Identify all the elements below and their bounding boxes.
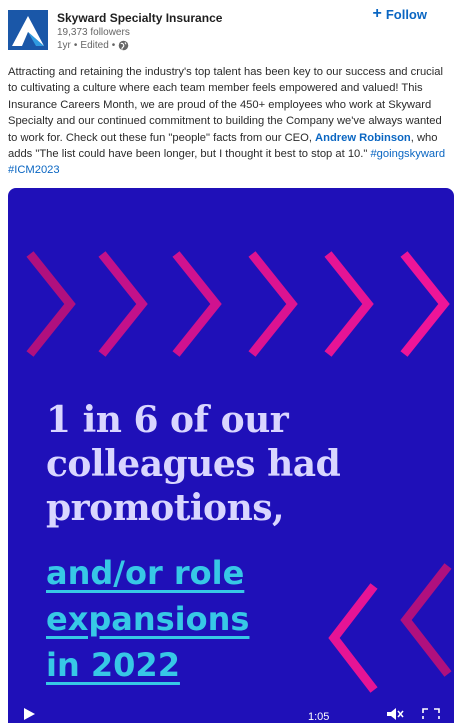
subheadline-line: and/or role	[46, 554, 245, 592]
globe-icon	[118, 40, 129, 51]
video-subheadline: and/or role expansions in 2022	[46, 550, 249, 688]
post-header: Skyward Specialty Insurance 19,373 follo…	[0, 0, 455, 62]
post-meta: 1yr • Edited •	[57, 40, 129, 51]
follow-label: Follow	[385, 6, 427, 22]
post-age: 1yr	[57, 40, 71, 51]
video-player[interactable]: 1 in 6 of our colleagues had promotions,…	[8, 188, 454, 723]
company-logo-icon[interactable]	[8, 10, 48, 50]
mute-icon[interactable]	[386, 708, 404, 723]
headline-line: promotions,	[46, 487, 285, 529]
hashtag-link[interactable]: #goingskyward	[370, 148, 445, 160]
post-body: Attracting and retaining the industry's …	[8, 64, 448, 179]
play-icon[interactable]	[22, 708, 36, 723]
video-headline: 1 in 6 of our colleagues had promotions,	[46, 398, 341, 530]
fullscreen-icon[interactable]	[422, 708, 440, 723]
company-name[interactable]: Skyward Specialty Insurance	[57, 11, 222, 25]
video-controls: 1:05	[8, 701, 454, 723]
subheadline-line: in 2022	[46, 646, 180, 684]
meta-separator: •	[73, 40, 78, 51]
headline-line: colleagues had	[46, 443, 341, 485]
mention-link[interactable]: Andrew Robinson	[315, 132, 411, 144]
plus-icon: +	[372, 5, 382, 22]
follow-button[interactable]: + Follow	[372, 6, 427, 22]
edited-label: Edited	[80, 40, 109, 51]
follower-count: 19,373 followers	[57, 27, 130, 38]
meta-separator: •	[111, 40, 116, 51]
hashtag-link[interactable]: #ICM2023	[8, 164, 60, 176]
headline-line: 1 in 6 of our	[46, 399, 289, 441]
video-time: 1:05	[308, 711, 330, 723]
subheadline-line: expansions	[46, 600, 250, 638]
